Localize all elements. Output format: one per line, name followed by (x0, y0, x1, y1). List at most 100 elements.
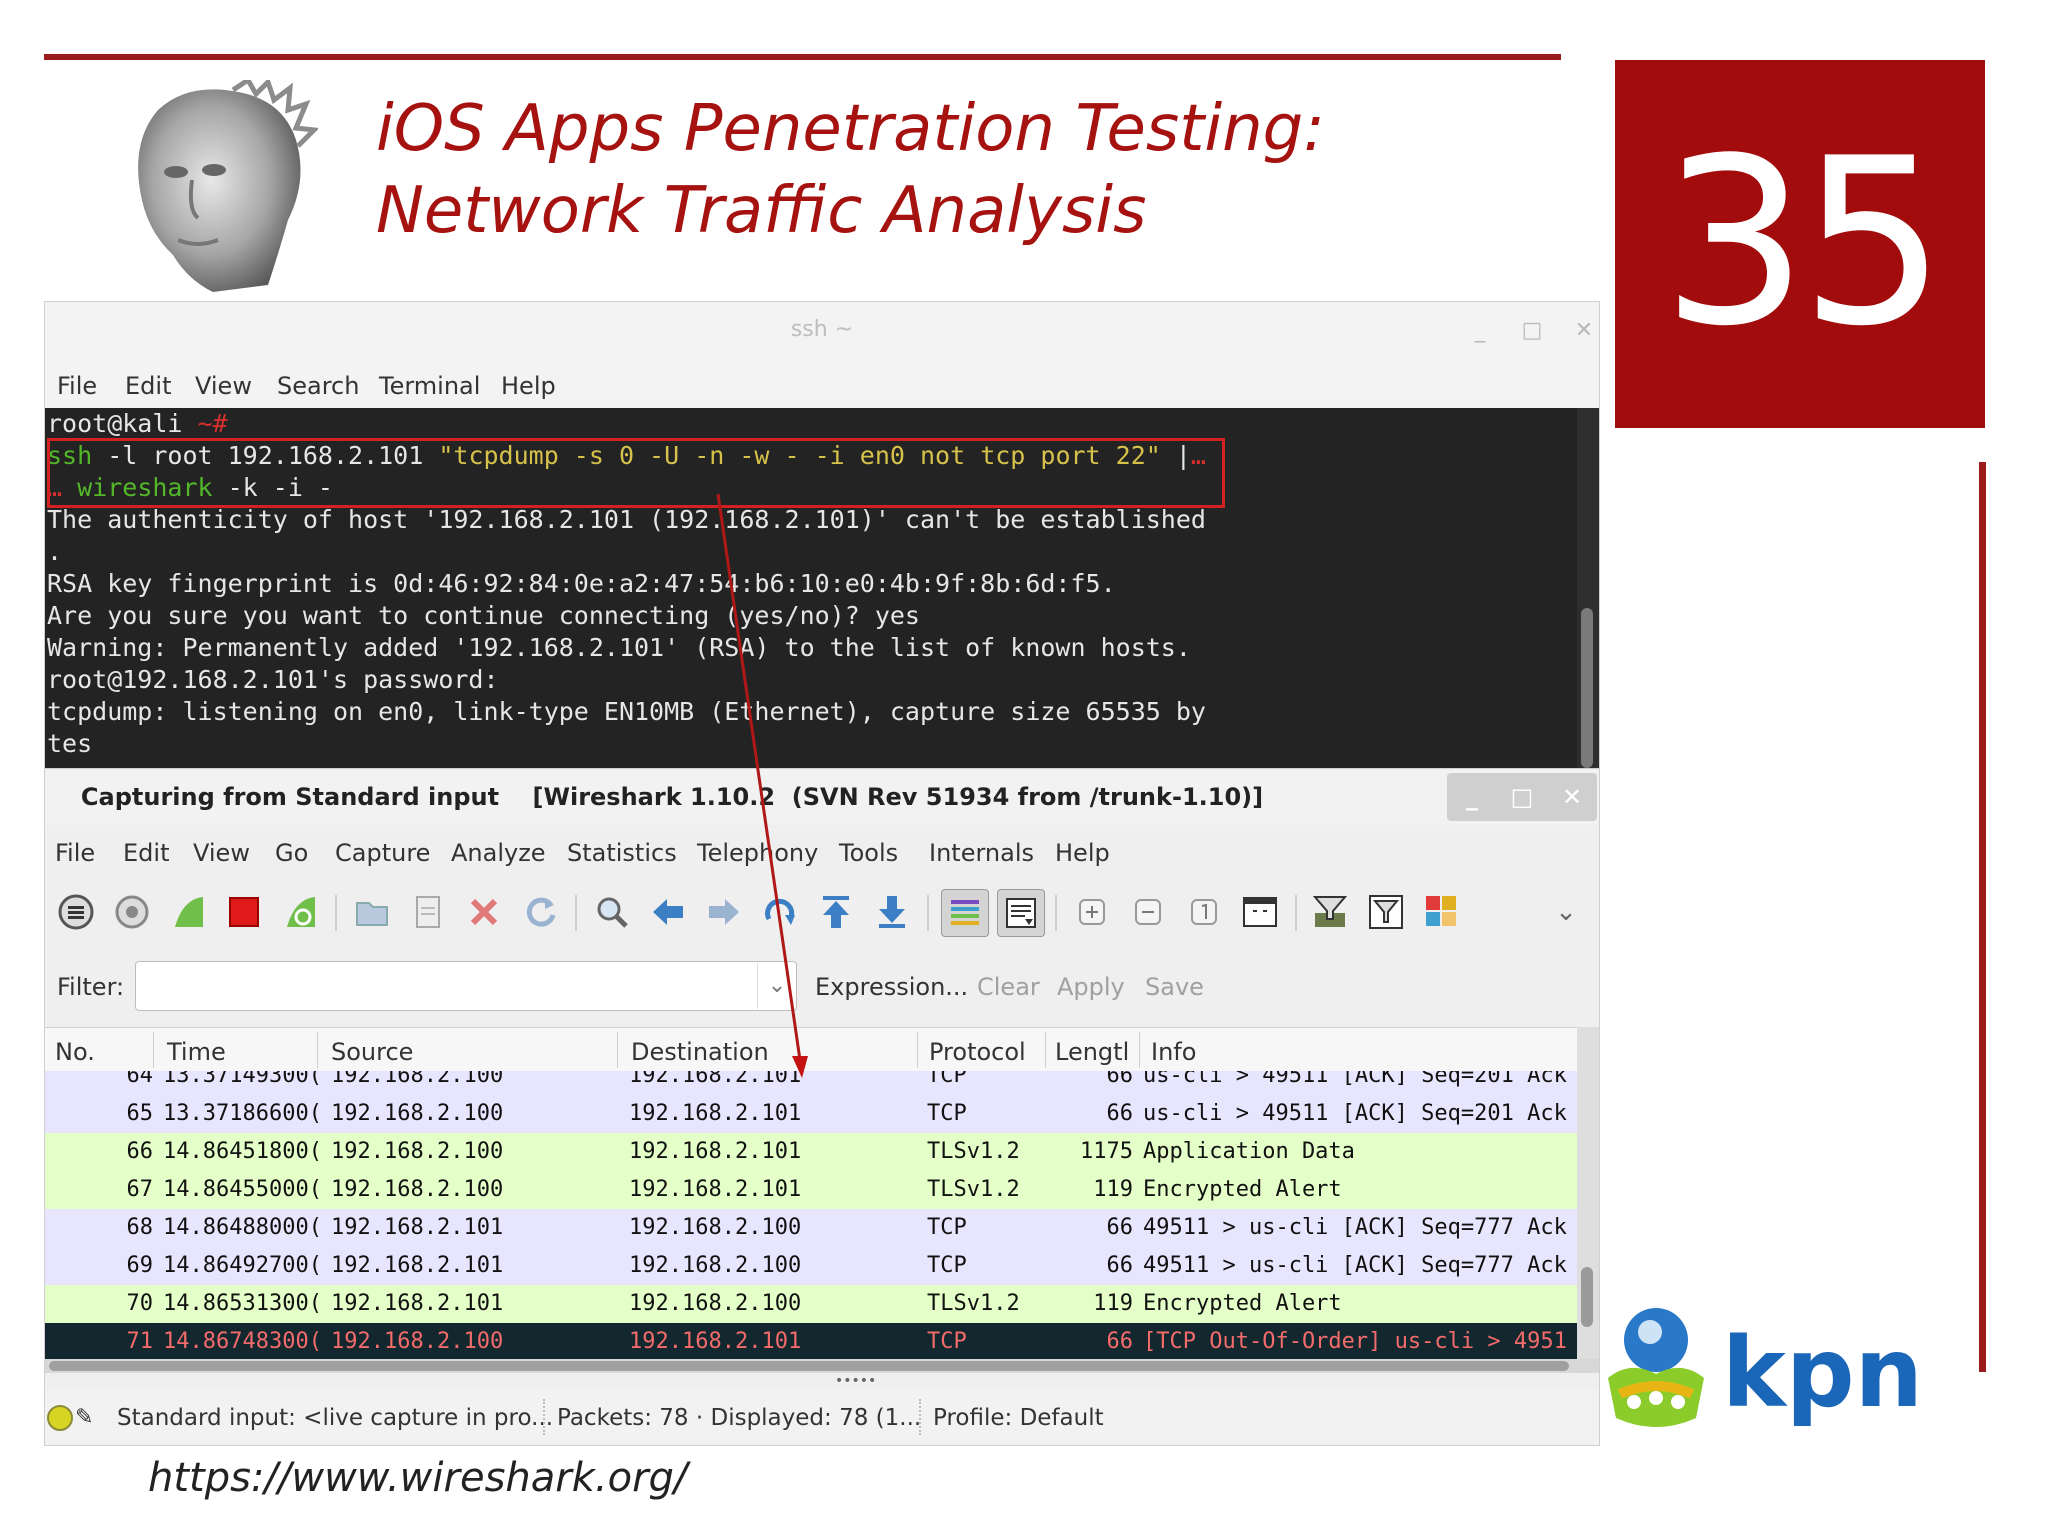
interfaces-icon[interactable] (55, 891, 97, 933)
packet-row[interactable]: 66 14.86451800(192.168.2.100 192.168.2.101… (45, 1133, 1577, 1171)
expression-button[interactable]: Expression... (815, 973, 968, 1001)
menu-file[interactable]: File (57, 372, 97, 400)
toolbar-separator (1055, 895, 1057, 931)
menu-analyze[interactable]: Analyze (451, 839, 546, 867)
capture-filters-icon[interactable] (1309, 891, 1351, 933)
packet-row[interactable]: 71 14.86748300(192.168.2.100 192.168.2.101… (45, 1323, 1577, 1361)
col-info[interactable]: Info (1151, 1038, 1196, 1066)
output-line: The authenticity of host '192.168.2.101 … (47, 505, 1206, 534)
terminal-output[interactable]: root@kali ~# ssh -l root 192.168.2.101 "… (45, 408, 1577, 772)
col-source[interactable]: Source (331, 1038, 413, 1066)
toolbar-separator (335, 895, 337, 931)
packet-time: 14.86488000( (163, 1215, 322, 1240)
packet-list-hscrollbar[interactable] (45, 1359, 1599, 1373)
save-file-icon[interactable] (407, 891, 449, 933)
packet-no: 65 (126, 1101, 154, 1126)
find-packet-icon[interactable] (591, 891, 633, 933)
chevron-down-icon[interactable]: ⌄ (1545, 891, 1587, 933)
close-file-icon[interactable] (463, 891, 505, 933)
save-filter-button[interactable]: Save (1145, 973, 1204, 1001)
menu-tools[interactable]: Tools (839, 839, 898, 867)
menu-statistics[interactable]: Statistics (567, 839, 677, 867)
close-icon[interactable]: ✕ (1547, 773, 1597, 821)
go-forward-icon[interactable] (703, 891, 745, 933)
options-gear-icon[interactable] (111, 891, 153, 933)
first-packet-icon[interactable] (815, 891, 857, 933)
resize-columns-icon[interactable] (1239, 891, 1281, 933)
terminal-scrollbar[interactable] (1577, 408, 1599, 772)
close-icon[interactable]: ✕ (1569, 316, 1599, 346)
packet-list-scroll-thumb[interactable] (1581, 1267, 1593, 1327)
terminal-titlebar[interactable]: ssh ~ _ □ ✕ (45, 302, 1599, 362)
wireshark-titlebar[interactable]: Capturing from Standard input [Wireshark… (45, 769, 1599, 825)
menu-capture[interactable]: Capture (335, 839, 430, 867)
prompt-host: root@kali (47, 409, 183, 438)
display-filters-icon[interactable] (1365, 891, 1407, 933)
menu-telephony[interactable]: Telephony (697, 839, 818, 867)
packet-source: 192.168.2.100 (331, 1101, 504, 1126)
terminal-scroll-thumb[interactable] (1581, 608, 1593, 768)
go-back-icon[interactable] (647, 891, 689, 933)
menu-help[interactable]: Help (1055, 839, 1110, 867)
stop-capture-icon[interactable] (223, 891, 265, 933)
clear-button[interactable]: Clear (977, 973, 1040, 1001)
auto-scroll-icon[interactable] (997, 889, 1045, 937)
col-destination[interactable]: Destination (631, 1038, 769, 1066)
packet-time: 14.86492700( (163, 1253, 322, 1278)
output-line: Warning: Permanently added '192.168.2.10… (47, 633, 1191, 662)
maximize-icon[interactable]: □ (1517, 316, 1547, 346)
capture-status-led-icon[interactable] (47, 1405, 73, 1431)
open-folder-icon[interactable] (351, 891, 393, 933)
toolbar-separator (1295, 895, 1297, 931)
normal-size-icon[interactable] (1183, 891, 1225, 933)
packet-row[interactable]: 68 14.86488000(192.168.2.101 192.168.2.100… (45, 1209, 1577, 1247)
maximize-icon[interactable]: □ (1497, 773, 1547, 821)
menu-view[interactable]: View (195, 372, 252, 400)
col-length[interactable]: Lengtl (1055, 1038, 1129, 1066)
packet-row[interactable]: 67 14.86455000(192.168.2.100 192.168.2.101… (45, 1171, 1577, 1209)
prompt-suffix: ~# (197, 409, 228, 438)
packet-row[interactable]: 65 13.37186600(192.168.2.100 192.168.2.101… (45, 1095, 1577, 1133)
start-capture-fin-icon[interactable] (167, 891, 209, 933)
packet-row[interactable]: 64 13.37149300(192.168.2.100 192.168.2.101… (45, 1071, 1577, 1095)
packet-list-hscroll-thumb[interactable] (49, 1361, 1569, 1371)
menu-edit[interactable]: Edit (123, 839, 169, 867)
capture-comments-icon[interactable]: ✎ (75, 1405, 93, 1430)
packet-list-scrollbar[interactable] (1577, 1027, 1599, 1361)
colorize-list-icon[interactable] (941, 889, 989, 937)
packet-length: 1175 (1080, 1139, 1133, 1164)
coloring-rules-icon[interactable] (1421, 891, 1463, 933)
source-link[interactable]: https://www.wireshark.org/ (148, 1455, 687, 1501)
zoom-in-icon[interactable] (1071, 891, 1113, 933)
restart-capture-icon[interactable] (279, 891, 321, 933)
menu-file[interactable]: File (55, 839, 95, 867)
menu-internals[interactable]: Internals (929, 839, 1034, 867)
col-protocol[interactable]: Protocol (929, 1038, 1026, 1066)
apply-button[interactable]: Apply (1057, 973, 1125, 1001)
minimize-icon[interactable]: _ (1447, 773, 1497, 821)
slide-title-line-1: iOS Apps Penetration Testing: (376, 92, 1325, 166)
packet-info: Encrypted Alert (1143, 1291, 1342, 1316)
go-to-packet-icon[interactable] (759, 891, 801, 933)
display-filter-input[interactable] (135, 961, 797, 1011)
slide-title-line-2: Network Traffic Analysis (376, 174, 1147, 248)
zoom-out-icon[interactable] (1127, 891, 1169, 933)
menu-help[interactable]: Help (501, 372, 556, 400)
pane-splitter-handle[interactable]: ••••• (835, 1373, 876, 1389)
packet-info: [TCP Out-Of-Order] us-cli > 4951 (1143, 1329, 1567, 1354)
filter-dropdown-icon[interactable]: ⌄ (757, 963, 796, 1009)
menu-search[interactable]: Search (277, 372, 359, 400)
reload-icon[interactable] (519, 891, 561, 933)
packet-row[interactable]: 69 14.86492700(192.168.2.101 192.168.2.100… (45, 1247, 1577, 1285)
col-no[interactable]: No. (55, 1038, 95, 1066)
menu-go[interactable]: Go (275, 839, 308, 867)
last-packet-icon[interactable] (871, 891, 913, 933)
menu-view[interactable]: View (193, 839, 250, 867)
menu-edit[interactable]: Edit (125, 372, 171, 400)
minimize-icon[interactable]: _ (1465, 316, 1495, 346)
packet-row[interactable]: 70 14.86531300(192.168.2.101 192.168.2.100… (45, 1285, 1577, 1323)
packet-info: Encrypted Alert (1143, 1177, 1342, 1202)
status-profile[interactable]: Profile: Default (933, 1405, 1104, 1431)
col-time[interactable]: Time (167, 1038, 226, 1066)
menu-terminal[interactable]: Terminal (379, 372, 480, 400)
